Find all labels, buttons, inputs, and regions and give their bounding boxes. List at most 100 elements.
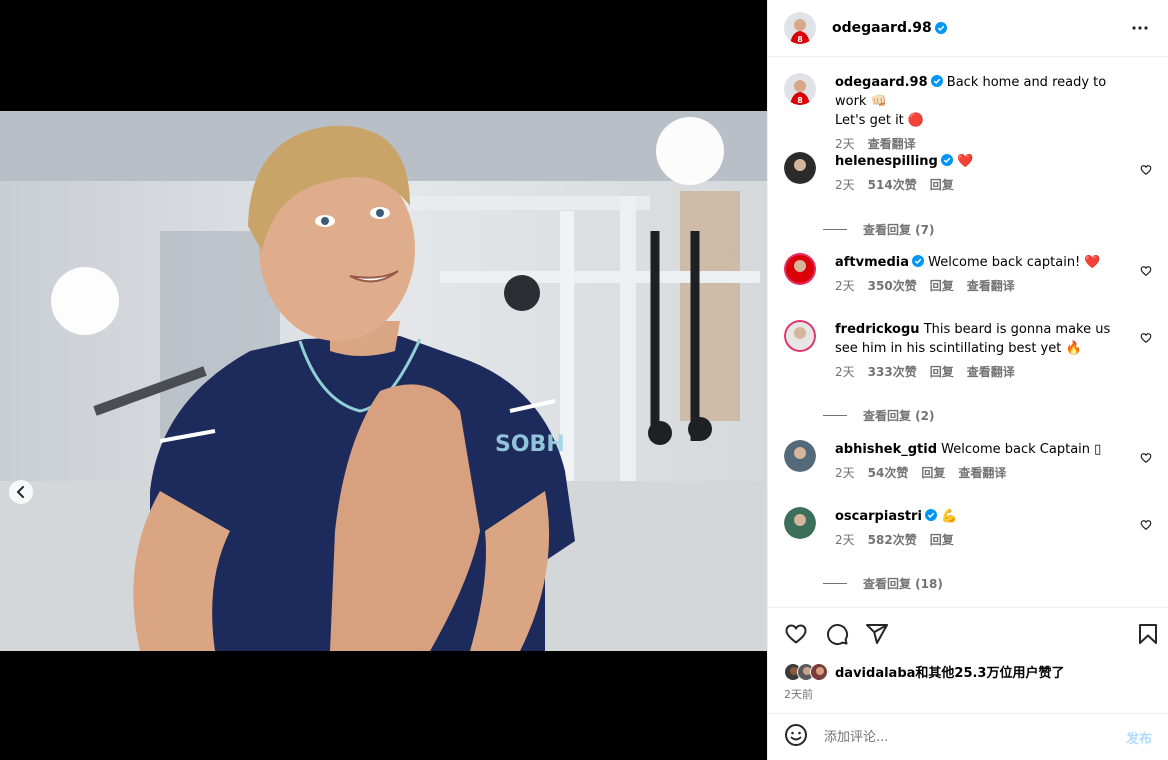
liker-avatar [810, 662, 828, 681]
comment-likes[interactable]: 54次赞 [868, 464, 909, 483]
comment-like-button[interactable] [1140, 329, 1152, 348]
emoji-icon [785, 724, 807, 746]
comment-time[interactable]: 2天 [835, 363, 855, 382]
comment-text: Welcome back Captain ▯ [941, 442, 1102, 457]
comment-likes[interactable]: 514次赞 [868, 176, 917, 195]
caption-avatar[interactable]: 8 [784, 73, 816, 105]
media-area: SOBH [0, 0, 767, 760]
comment-like-button[interactable] [1140, 161, 1152, 180]
avatar-image: 8 [784, 12, 816, 44]
commenter-avatar[interactable] [784, 440, 816, 472]
comment-like-button[interactable] [1140, 262, 1152, 281]
share-button[interactable] [865, 622, 889, 650]
posted-time[interactable]: 2天前 [784, 686, 813, 702]
caption-text-line2: Let's get it 🔴 [835, 113, 925, 128]
post-photo[interactable]: SOBH [0, 111, 767, 651]
likes-summary[interactable]: davidalaba和其他25.3万位用户赞了 [784, 662, 1064, 681]
bookmark-icon [1139, 624, 1157, 644]
commenter-avatar[interactable] [784, 253, 816, 285]
avatar-image [784, 320, 816, 352]
like-button[interactable] [784, 622, 808, 650]
view-replies-button[interactable]: 查看回复 (18) [823, 575, 943, 592]
svg-text:8: 8 [797, 35, 803, 44]
commenter-avatar[interactable] [784, 507, 816, 539]
save-button[interactable] [1136, 622, 1160, 650]
replies-divider [823, 229, 847, 230]
liked-by-text: davidalaba和其他25.3万位用户赞了 [835, 666, 1065, 681]
comment-like-button[interactable] [1140, 516, 1152, 535]
heart-icon [1140, 520, 1152, 531]
more-options-button[interactable] [1128, 16, 1152, 40]
verified-badge-icon [940, 154, 953, 166]
see-translation-link[interactable]: 查看翻译 [958, 464, 1006, 483]
see-translation-link[interactable]: 查看翻译 [967, 363, 1015, 382]
avatar-image [784, 253, 816, 285]
comment-likes[interactable]: 350次赞 [868, 277, 917, 296]
reply-button[interactable]: 回复 [930, 363, 954, 382]
chevron-left-icon [17, 486, 24, 498]
previous-slide-button[interactable] [9, 480, 33, 504]
svg-text:8: 8 [797, 96, 803, 105]
heart-icon [1140, 266, 1152, 277]
more-horizontal-icon [1132, 26, 1148, 30]
action-bar: davidalaba和其他25.3万位用户赞了 2天前 [768, 607, 1168, 713]
avatar-image [811, 663, 827, 680]
verified-badge-icon [912, 255, 925, 267]
view-replies-label: 查看回复 (2) [863, 409, 935, 423]
comment-input[interactable] [824, 729, 1114, 745]
add-comment-bar: 发布 [768, 713, 1168, 760]
post-header: 8 odegaard.98 [768, 0, 1168, 57]
commenter-username[interactable]: helenespilling [835, 154, 938, 169]
post-comment-button[interactable]: 发布 [1126, 728, 1152, 747]
avatar-image [784, 152, 816, 184]
comment-time[interactable]: 2天 [835, 464, 855, 483]
avatar-image [784, 440, 816, 472]
heart-icon [1140, 333, 1152, 344]
commenter-avatar[interactable] [784, 320, 816, 352]
comment-text: Welcome back captain! ❤️ [928, 255, 1101, 270]
reply-button[interactable]: 回复 [921, 464, 945, 483]
view-replies-label: 查看回复 (7) [863, 223, 935, 237]
heart-icon [1140, 165, 1152, 176]
author-avatar[interactable]: 8 [784, 12, 816, 44]
commenter-username[interactable]: aftvmedia [835, 255, 909, 270]
reply-button[interactable]: 回复 [930, 277, 954, 296]
reply-button[interactable]: 回复 [930, 531, 954, 550]
commenter-username[interactable]: oscarpiastri [835, 509, 922, 524]
commenter-username[interactable]: abhishek_gtid [835, 442, 937, 457]
comments-list[interactable]: 8 odegaard.98 Back home and ready to wor… [768, 57, 1168, 607]
svg-text:SOBH: SOBH [495, 432, 565, 457]
heart-icon [785, 624, 807, 644]
verified-badge-icon [934, 22, 947, 34]
commenter-avatar[interactable] [784, 152, 816, 184]
post-side-panel: 8 odegaard.98 8 odegaard.98 Back home an… [767, 0, 1168, 760]
commenter-username[interactable]: fredrickogu [835, 322, 920, 337]
reply-button[interactable]: 回复 [930, 176, 954, 195]
comment-likes[interactable]: 333次赞 [868, 363, 917, 382]
heart-icon [1140, 453, 1152, 464]
see-translation-link[interactable]: 查看翻译 [967, 277, 1015, 296]
author-username[interactable]: odegaard.98 [832, 20, 932, 36]
verified-badge-icon [924, 509, 937, 521]
comment-time[interactable]: 2天 [835, 176, 855, 195]
comment-time[interactable]: 2天 [835, 531, 855, 550]
caption-username[interactable]: odegaard.98 [835, 75, 928, 90]
view-replies-button[interactable]: 查看回复 (7) [823, 221, 935, 238]
comment-like-button[interactable] [1140, 449, 1152, 468]
comment-time[interactable]: 2天 [835, 277, 855, 296]
gym-photo: SOBH [0, 111, 767, 651]
post-dialog: SOBH 8 odegaard.98 8 odegaard.98 Back ho… [0, 0, 1168, 760]
comment-text: ❤️ [957, 154, 974, 169]
avatar-image [784, 507, 816, 539]
view-replies-button[interactable]: 查看回复 (2) [823, 407, 935, 424]
comment-likes[interactable]: 582次赞 [868, 531, 917, 550]
comment-text: 💪 [941, 509, 958, 524]
comment-icon [827, 624, 849, 646]
replies-divider [823, 583, 847, 584]
replies-divider [823, 415, 847, 416]
avatar-image: 8 [784, 73, 816, 105]
view-replies-label: 查看回复 (18) [863, 577, 943, 591]
comment-button[interactable] [825, 622, 849, 650]
emoji-button[interactable] [784, 723, 808, 751]
paper-plane-icon [866, 624, 888, 644]
